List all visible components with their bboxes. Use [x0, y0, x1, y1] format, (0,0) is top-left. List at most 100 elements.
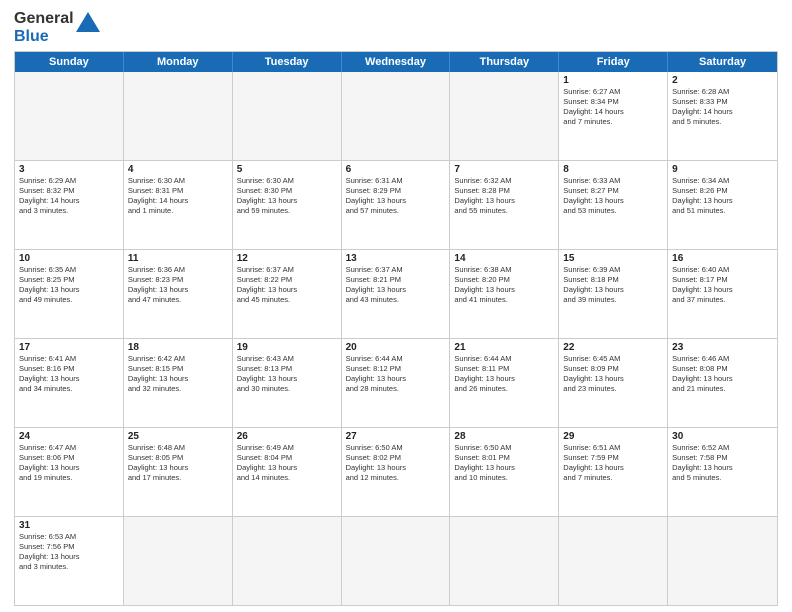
day-info: Sunrise: 6:53 AM Sunset: 7:56 PM Dayligh…	[19, 532, 119, 573]
calendar-cell-r2-c0: 10Sunrise: 6:35 AM Sunset: 8:25 PM Dayli…	[15, 250, 124, 338]
calendar-cell-r0-c5: 1Sunrise: 6:27 AM Sunset: 8:34 PM Daylig…	[559, 72, 668, 160]
day-number: 14	[454, 253, 554, 264]
calendar-row-1: 3Sunrise: 6:29 AM Sunset: 8:32 PM Daylig…	[15, 160, 777, 249]
day-number: 5	[237, 164, 337, 175]
day-info: Sunrise: 6:35 AM Sunset: 8:25 PM Dayligh…	[19, 265, 119, 306]
day-number: 13	[346, 253, 446, 264]
calendar-cell-r5-c4	[450, 517, 559, 605]
day-number: 21	[454, 342, 554, 353]
calendar-cell-r2-c2: 12Sunrise: 6:37 AM Sunset: 8:22 PM Dayli…	[233, 250, 342, 338]
day-number: 25	[128, 431, 228, 442]
calendar-cell-r0-c1	[124, 72, 233, 160]
day-info: Sunrise: 6:49 AM Sunset: 8:04 PM Dayligh…	[237, 443, 337, 484]
calendar-cell-r3-c6: 23Sunrise: 6:46 AM Sunset: 8:08 PM Dayli…	[668, 339, 777, 427]
calendar-cell-r1-c6: 9Sunrise: 6:34 AM Sunset: 8:26 PM Daylig…	[668, 161, 777, 249]
day-number: 24	[19, 431, 119, 442]
day-number: 15	[563, 253, 663, 264]
day-number: 18	[128, 342, 228, 353]
day-number: 1	[563, 75, 663, 86]
calendar-cell-r0-c0	[15, 72, 124, 160]
day-number: 11	[128, 253, 228, 264]
calendar-cell-r0-c2	[233, 72, 342, 160]
calendar-cell-r3-c5: 22Sunrise: 6:45 AM Sunset: 8:09 PM Dayli…	[559, 339, 668, 427]
day-number: 12	[237, 253, 337, 264]
day-number: 19	[237, 342, 337, 353]
day-number: 26	[237, 431, 337, 442]
day-info: Sunrise: 6:27 AM Sunset: 8:34 PM Dayligh…	[563, 87, 663, 128]
calendar: SundayMondayTuesdayWednesdayThursdayFrid…	[14, 51, 778, 606]
day-number: 4	[128, 164, 228, 175]
calendar-cell-r4-c2: 26Sunrise: 6:49 AM Sunset: 8:04 PM Dayli…	[233, 428, 342, 516]
logo-triangle-icon	[76, 12, 100, 32]
calendar-cell-r3-c1: 18Sunrise: 6:42 AM Sunset: 8:15 PM Dayli…	[124, 339, 233, 427]
calendar-row-2: 10Sunrise: 6:35 AM Sunset: 8:25 PM Dayli…	[15, 249, 777, 338]
calendar-cell-r5-c3	[342, 517, 451, 605]
page: General Blue SundayMondayTuesdayWednesda…	[0, 0, 792, 612]
calendar-cell-r1-c2: 5Sunrise: 6:30 AM Sunset: 8:30 PM Daylig…	[233, 161, 342, 249]
calendar-row-4: 24Sunrise: 6:47 AM Sunset: 8:06 PM Dayli…	[15, 427, 777, 516]
day-number: 17	[19, 342, 119, 353]
calendar-cell-r0-c4	[450, 72, 559, 160]
day-info: Sunrise: 6:37 AM Sunset: 8:21 PM Dayligh…	[346, 265, 446, 306]
day-info: Sunrise: 6:31 AM Sunset: 8:29 PM Dayligh…	[346, 176, 446, 217]
day-info: Sunrise: 6:50 AM Sunset: 8:02 PM Dayligh…	[346, 443, 446, 484]
weekday-header-saturday: Saturday	[668, 52, 777, 72]
weekday-header-friday: Friday	[559, 52, 668, 72]
day-number: 23	[672, 342, 773, 353]
logo: General Blue	[14, 10, 100, 47]
calendar-cell-r1-c1: 4Sunrise: 6:30 AM Sunset: 8:31 PM Daylig…	[124, 161, 233, 249]
day-info: Sunrise: 6:37 AM Sunset: 8:22 PM Dayligh…	[237, 265, 337, 306]
day-info: Sunrise: 6:32 AM Sunset: 8:28 PM Dayligh…	[454, 176, 554, 217]
weekday-header-sunday: Sunday	[15, 52, 124, 72]
day-info: Sunrise: 6:44 AM Sunset: 8:11 PM Dayligh…	[454, 354, 554, 395]
day-info: Sunrise: 6:51 AM Sunset: 7:59 PM Dayligh…	[563, 443, 663, 484]
day-info: Sunrise: 6:45 AM Sunset: 8:09 PM Dayligh…	[563, 354, 663, 395]
calendar-cell-r2-c5: 15Sunrise: 6:39 AM Sunset: 8:18 PM Dayli…	[559, 250, 668, 338]
day-info: Sunrise: 6:36 AM Sunset: 8:23 PM Dayligh…	[128, 265, 228, 306]
weekday-header-tuesday: Tuesday	[233, 52, 342, 72]
day-number: 3	[19, 164, 119, 175]
calendar-cell-r4-c6: 30Sunrise: 6:52 AM Sunset: 7:58 PM Dayli…	[668, 428, 777, 516]
day-number: 16	[672, 253, 773, 264]
calendar-cell-r5-c1	[124, 517, 233, 605]
day-info: Sunrise: 6:41 AM Sunset: 8:16 PM Dayligh…	[19, 354, 119, 395]
calendar-cell-r3-c0: 17Sunrise: 6:41 AM Sunset: 8:16 PM Dayli…	[15, 339, 124, 427]
day-info: Sunrise: 6:28 AM Sunset: 8:33 PM Dayligh…	[672, 87, 773, 128]
calendar-cell-r1-c4: 7Sunrise: 6:32 AM Sunset: 8:28 PM Daylig…	[450, 161, 559, 249]
calendar-cell-r3-c3: 20Sunrise: 6:44 AM Sunset: 8:12 PM Dayli…	[342, 339, 451, 427]
calendar-cell-r4-c0: 24Sunrise: 6:47 AM Sunset: 8:06 PM Dayli…	[15, 428, 124, 516]
calendar-row-5: 31Sunrise: 6:53 AM Sunset: 7:56 PM Dayli…	[15, 516, 777, 605]
calendar-cell-r5-c0: 31Sunrise: 6:53 AM Sunset: 7:56 PM Dayli…	[15, 517, 124, 605]
day-info: Sunrise: 6:43 AM Sunset: 8:13 PM Dayligh…	[237, 354, 337, 395]
calendar-cell-r2-c4: 14Sunrise: 6:38 AM Sunset: 8:20 PM Dayli…	[450, 250, 559, 338]
calendar-cell-r1-c0: 3Sunrise: 6:29 AM Sunset: 8:32 PM Daylig…	[15, 161, 124, 249]
day-number: 8	[563, 164, 663, 175]
calendar-cell-r4-c3: 27Sunrise: 6:50 AM Sunset: 8:02 PM Dayli…	[342, 428, 451, 516]
calendar-cell-r2-c3: 13Sunrise: 6:37 AM Sunset: 8:21 PM Dayli…	[342, 250, 451, 338]
day-number: 31	[19, 520, 119, 531]
day-number: 9	[672, 164, 773, 175]
calendar-cell-r4-c5: 29Sunrise: 6:51 AM Sunset: 7:59 PM Dayli…	[559, 428, 668, 516]
calendar-header: SundayMondayTuesdayWednesdayThursdayFrid…	[15, 52, 777, 72]
day-number: 2	[672, 75, 773, 86]
day-number: 6	[346, 164, 446, 175]
day-number: 27	[346, 431, 446, 442]
day-info: Sunrise: 6:30 AM Sunset: 8:30 PM Dayligh…	[237, 176, 337, 217]
day-info: Sunrise: 6:29 AM Sunset: 8:32 PM Dayligh…	[19, 176, 119, 217]
calendar-cell-r1-c3: 6Sunrise: 6:31 AM Sunset: 8:29 PM Daylig…	[342, 161, 451, 249]
calendar-row-0: 1Sunrise: 6:27 AM Sunset: 8:34 PM Daylig…	[15, 72, 777, 160]
calendar-cell-r5-c6	[668, 517, 777, 605]
calendar-cell-r5-c2	[233, 517, 342, 605]
weekday-header-monday: Monday	[124, 52, 233, 72]
day-info: Sunrise: 6:34 AM Sunset: 8:26 PM Dayligh…	[672, 176, 773, 217]
calendar-cell-r1-c5: 8Sunrise: 6:33 AM Sunset: 8:27 PM Daylig…	[559, 161, 668, 249]
day-number: 28	[454, 431, 554, 442]
day-info: Sunrise: 6:30 AM Sunset: 8:31 PM Dayligh…	[128, 176, 228, 217]
calendar-cell-r0-c3	[342, 72, 451, 160]
calendar-cell-r4-c1: 25Sunrise: 6:48 AM Sunset: 8:05 PM Dayli…	[124, 428, 233, 516]
weekday-header-thursday: Thursday	[450, 52, 559, 72]
calendar-cell-r2-c1: 11Sunrise: 6:36 AM Sunset: 8:23 PM Dayli…	[124, 250, 233, 338]
day-number: 29	[563, 431, 663, 442]
calendar-body: 1Sunrise: 6:27 AM Sunset: 8:34 PM Daylig…	[15, 72, 777, 605]
calendar-cell-r0-c6: 2Sunrise: 6:28 AM Sunset: 8:33 PM Daylig…	[668, 72, 777, 160]
